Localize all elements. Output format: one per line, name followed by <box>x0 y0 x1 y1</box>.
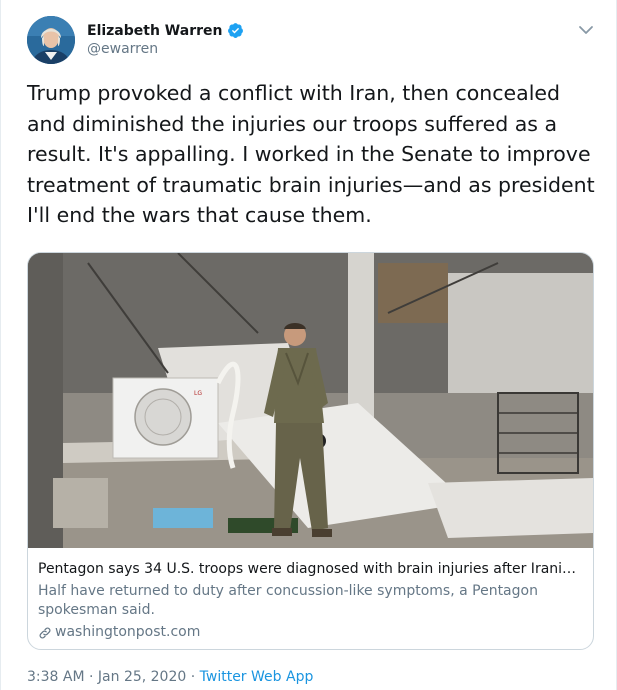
card-domain[interactable]: washingtonpost.com <box>38 623 583 642</box>
link-card[interactable]: LG Pentagon says 34 U.S. troops were dia… <box>27 252 594 650</box>
name-row: Elizabeth Warren <box>87 22 244 39</box>
verified-badge-icon <box>227 22 244 39</box>
card-domain-text: washingtonpost.com <box>55 624 201 640</box>
avatar[interactable] <box>27 16 75 64</box>
author-name[interactable]: Elizabeth Warren <box>87 23 222 39</box>
card-description: Half have returned to duty after concuss… <box>38 583 538 618</box>
card-image: LG <box>28 253 593 548</box>
tweet-date[interactable]: Jan 25, 2020 <box>98 669 186 685</box>
tweet-text: Trump provoked a conflict with Iran, the… <box>27 81 595 227</box>
tweet-time[interactable]: 3:38 AM <box>27 669 85 685</box>
meta-separator: · <box>186 669 200 685</box>
chevron-down-icon[interactable] <box>576 20 596 40</box>
avatar-image <box>27 16 75 64</box>
author-handle[interactable]: @ewarren <box>87 41 244 57</box>
card-body: Pentagon says 34 U.S. troops were diagno… <box>38 560 583 642</box>
tweet-header: Elizabeth Warren @ewarren <box>27 14 596 70</box>
tweet-source-link[interactable]: Twitter Web App <box>200 669 314 685</box>
meta-separator: · <box>84 669 98 685</box>
card-title[interactable]: Pentagon says 34 U.S. troops were diagno… <box>38 560 583 579</box>
tweet: Elizabeth Warren @ewarren Trump provoked… <box>0 0 617 690</box>
tweet-metadata: 3:38 AM · Jan 25, 2020 · Twitter Web App <box>27 669 313 685</box>
image-brand-text: LG <box>194 390 202 397</box>
link-icon <box>38 626 52 640</box>
author-block: Elizabeth Warren @ewarren <box>87 22 244 57</box>
